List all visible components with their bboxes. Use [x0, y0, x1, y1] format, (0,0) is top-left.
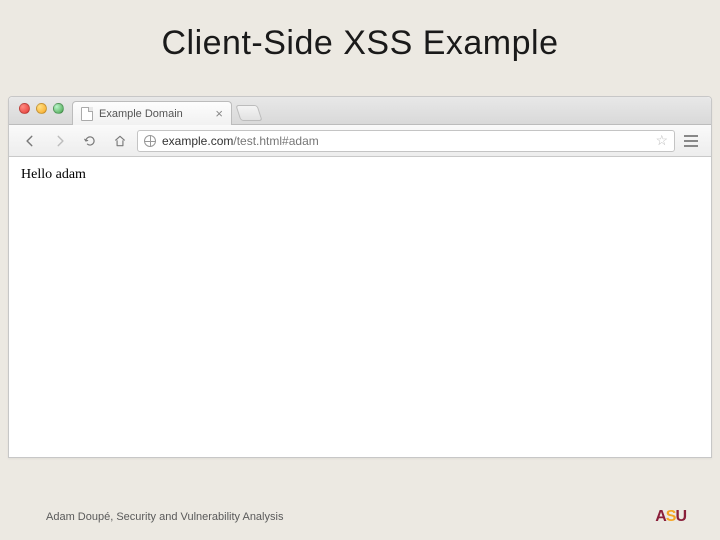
slide-footer: Adam Doupé, Security and Vulnerability A… [0, 494, 720, 540]
browser-window: Example Domain × example.com/test.html#a… [8, 96, 712, 458]
asu-logo-a: A [655, 508, 666, 525]
page-body-text: Hello adam [21, 167, 699, 183]
tab-strip: Example Domain × [9, 97, 711, 125]
home-button[interactable] [107, 130, 133, 152]
bookmark-star-icon[interactable]: ☆ [655, 132, 668, 149]
browser-toolbar: example.com/test.html#adam ☆ [9, 125, 711, 157]
maximize-window-icon[interactable] [53, 103, 64, 114]
address-bar[interactable]: example.com/test.html#adam ☆ [137, 130, 675, 152]
page-viewport: Hello adam [9, 157, 711, 193]
minimize-window-icon[interactable] [36, 103, 47, 114]
forward-button[interactable] [47, 130, 73, 152]
footer-author: Adam Doupé, Security and Vulnerability A… [46, 511, 283, 523]
asu-logo-s: S [666, 508, 676, 525]
close-window-icon[interactable] [19, 103, 30, 114]
url-text: example.com/test.html#adam [162, 134, 319, 148]
browser-tab[interactable]: Example Domain × [72, 101, 232, 125]
tab-title: Example Domain [99, 108, 183, 120]
asu-logo-u: U [675, 508, 686, 525]
reload-button[interactable] [77, 130, 103, 152]
slide-title: Client-Side XSS Example [0, 0, 720, 81]
menu-icon[interactable] [679, 135, 703, 147]
window-controls [15, 97, 72, 124]
globe-icon [144, 135, 156, 147]
back-button[interactable] [17, 130, 43, 152]
page-icon [81, 107, 93, 121]
new-tab-button[interactable] [235, 105, 262, 121]
asu-logo: ASU [655, 508, 686, 526]
tab-close-icon[interactable]: × [215, 107, 223, 120]
